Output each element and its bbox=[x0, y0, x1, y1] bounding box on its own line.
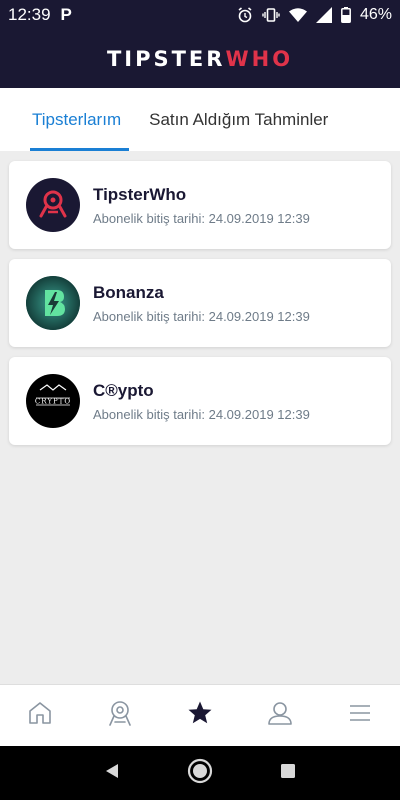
nav-tipsters[interactable] bbox=[80, 685, 160, 746]
bottom-navigation bbox=[0, 684, 400, 746]
logo-text-who: WHO bbox=[225, 47, 294, 71]
nav-home[interactable] bbox=[0, 685, 80, 746]
menu-icon bbox=[348, 703, 372, 728]
tipster-name: TipsterWho bbox=[93, 184, 187, 204]
battery-percent: 46% bbox=[359, 6, 392, 23]
tipster-card-bonanza[interactable]: Bonanza Abonelik bitiş tarihi: 24.09.201… bbox=[9, 259, 391, 347]
tipster-list: TipsterWho Abonelik bitiş tarihi: 24.09.… bbox=[9, 161, 391, 455]
tipster-icon bbox=[107, 699, 133, 732]
notification-p-icon: P bbox=[60, 5, 72, 24]
subscription-expiry: Abonelik bitiş tarihi: 24.09.2019 12:39 bbox=[93, 308, 310, 324]
home-circle-icon[interactable] bbox=[187, 758, 213, 789]
status-time: 12:39 bbox=[8, 5, 51, 24]
crypto-logo-icon: CRYPTO bbox=[26, 374, 80, 428]
recents-icon[interactable] bbox=[279, 762, 297, 785]
tipsterwho-logo-icon bbox=[26, 178, 80, 232]
nav-profile[interactable] bbox=[240, 685, 320, 746]
profile-icon bbox=[267, 700, 293, 731]
subscription-expiry: Abonelik bitiş tarihi: 24.09.2019 12:39 bbox=[93, 210, 310, 226]
system-navigation-bar bbox=[0, 746, 400, 800]
tipster-name: C®ypto bbox=[93, 380, 154, 400]
app-header: TIPSTER WHO bbox=[0, 30, 400, 88]
tipster-card-tipsterwho[interactable]: TipsterWho Abonelik bitiş tarihi: 24.09.… bbox=[9, 161, 391, 249]
wifi-icon bbox=[288, 8, 307, 22]
vibrate-icon bbox=[262, 7, 280, 23]
svg-text:CRYPTO: CRYPTO bbox=[35, 398, 71, 406]
home-icon bbox=[27, 700, 53, 731]
logo-text-tipster: TIPSTER bbox=[106, 47, 226, 71]
app-logo: TIPSTER WHO bbox=[107, 47, 293, 71]
bonanza-logo-icon bbox=[26, 276, 80, 330]
status-bar: 12:39 P 46% bbox=[0, 0, 400, 30]
tab-bar: Tipsterlarım Satın Aldığım Tahminler bbox=[0, 88, 400, 151]
alarm-icon bbox=[237, 7, 253, 23]
signal-icon bbox=[315, 7, 332, 23]
star-icon bbox=[187, 700, 213, 731]
back-icon[interactable] bbox=[103, 762, 121, 785]
nav-menu[interactable] bbox=[320, 685, 400, 746]
nav-favorites[interactable] bbox=[160, 685, 240, 746]
tab-satin-aldigim-tahminler[interactable]: Satın Aldığım Tahminler bbox=[149, 88, 328, 151]
tab-tipsterlarim[interactable]: Tipsterlarım bbox=[29, 88, 130, 151]
tipster-name: Bonanza bbox=[93, 282, 164, 302]
battery-icon bbox=[341, 7, 351, 23]
subscription-expiry: Abonelik bitiş tarihi: 24.09.2019 12:39 bbox=[93, 406, 310, 422]
tipster-card-crypto[interactable]: CRYPTO C®ypto Abonelik bitiş tarihi: 24.… bbox=[9, 357, 391, 445]
